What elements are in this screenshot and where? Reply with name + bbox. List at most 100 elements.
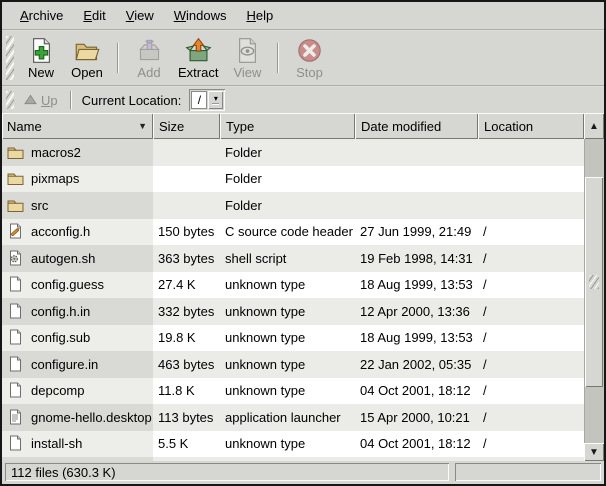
- folder-icon: [7, 170, 24, 187]
- file-location: /: [478, 298, 584, 325]
- file-location: /: [478, 272, 584, 299]
- document-icon: [7, 329, 24, 346]
- file-size: 27.4 K: [153, 272, 220, 299]
- up-button-label: Up: [41, 93, 58, 108]
- file-date-modified: [355, 166, 478, 193]
- file-date-modified: 18 Aug 1999, 13:53: [355, 325, 478, 352]
- file-type: Folder: [220, 139, 355, 166]
- toolbar: New Open Add: [2, 31, 604, 85]
- file-size: 5.5 K: [153, 431, 220, 458]
- table-row[interactable]: autogen.sh 363 bytes shell script 19 Feb…: [2, 245, 584, 272]
- menubar: Archive Edit View Windows Help: [2, 2, 604, 29]
- file-type: unknown type: [220, 351, 355, 378]
- table-row[interactable]: install-sh 5.5 K unknown type 04 Oct 200…: [2, 431, 584, 458]
- file-size: [153, 457, 220, 461]
- column-header-type[interactable]: Type: [220, 113, 355, 139]
- menu-help[interactable]: Help: [236, 4, 283, 27]
- scroll-up-button[interactable]: ▲: [584, 113, 604, 139]
- file-date-modified: 15 Apr 2000, 10:21: [355, 404, 478, 431]
- current-location-label: Current Location:: [82, 93, 182, 108]
- open-icon: [74, 37, 101, 64]
- file-location: [478, 192, 584, 219]
- file-name: gnome-hello.desktop: [31, 410, 152, 425]
- extract-button[interactable]: Extract: [172, 35, 224, 82]
- table-row[interactable]: depcomp 11.8 K unknown type 04 Oct 2001,…: [2, 378, 584, 405]
- file-name: pixmaps: [31, 171, 79, 186]
- file-location: /: [478, 219, 584, 246]
- column-headers: Name ▼ Size Type Date modified Location: [2, 113, 584, 139]
- scrollbar-thumb[interactable]: [585, 177, 603, 387]
- table-row[interactable]: config.h.in 332 bytes unknown type 12 Ap…: [2, 298, 584, 325]
- menu-archive[interactable]: Archive: [10, 4, 73, 27]
- scrollbar-grip: [589, 275, 599, 289]
- status-text: 112 files (630.3 K): [11, 465, 116, 480]
- document-icon: [7, 356, 24, 373]
- toolbar-grip-handle[interactable]: [6, 36, 14, 80]
- open-button[interactable]: Open: [64, 35, 110, 82]
- table-row[interactable]: config.sub 19.8 K unknown type 18 Aug 19…: [2, 325, 584, 352]
- file-list: Name ▼ Size Type Date modified Location …: [2, 113, 604, 461]
- location-combo[interactable]: / ▾: [189, 89, 225, 111]
- file-date-modified: 19 Feb 1998, 14:31: [355, 245, 478, 272]
- column-header-name[interactable]: Name ▼: [2, 113, 153, 139]
- toolbar-separator: [117, 43, 119, 73]
- file-type: unknown type: [220, 325, 355, 352]
- menu-view[interactable]: View: [116, 4, 164, 27]
- menu-windows[interactable]: Windows: [164, 4, 237, 27]
- file-name: depcomp: [31, 383, 84, 398]
- file-size: 11.8 K: [153, 378, 220, 405]
- view-button-label: View: [233, 65, 261, 80]
- file-rows: macros2 Folder pixmaps Folder src Folder…: [2, 139, 584, 461]
- file-date-modified: 04 Oct 2001, 18:12: [355, 378, 478, 405]
- new-button[interactable]: New: [18, 35, 64, 82]
- location-bar-separator: [70, 91, 72, 109]
- table-row[interactable]: pixmaps Folder: [2, 166, 584, 193]
- table-row[interactable]: gnome-hello.desktop 113 bytes applicatio…: [2, 404, 584, 431]
- up-icon: [24, 93, 37, 108]
- scroll-down-button[interactable]: ▼: [584, 443, 604, 461]
- file-date-modified: [355, 192, 478, 219]
- file-size: 150 bytes: [153, 219, 220, 246]
- extract-button-label: Extract: [178, 65, 218, 80]
- file-size: 19.8 K: [153, 325, 220, 352]
- location-combo-dropdown[interactable]: ▾: [208, 91, 223, 109]
- location-bar-grip-handle[interactable]: [6, 91, 14, 109]
- table-row[interactable]: src Folder: [2, 192, 584, 219]
- column-header-location[interactable]: Location: [478, 113, 584, 139]
- extract-icon: [185, 37, 212, 64]
- file-location: [478, 166, 584, 193]
- document-icon: [7, 303, 24, 320]
- file-type: application launcher: [220, 404, 355, 431]
- file-name: autogen.sh: [31, 251, 95, 266]
- file-size: [153, 139, 220, 166]
- table-row[interactable]: configure.in 463 bytes unknown type 22 J…: [2, 351, 584, 378]
- chevron-down-icon: ▾: [214, 95, 218, 102]
- stop-button: Stop: [286, 35, 332, 82]
- column-header-name-label: Name: [7, 119, 42, 134]
- column-header-date-modified[interactable]: Date modified: [355, 113, 478, 139]
- file-type: unknown type: [220, 378, 355, 405]
- file-name: src: [31, 198, 48, 213]
- table-row-partial[interactable]: [2, 457, 584, 461]
- stop-icon: [296, 37, 323, 64]
- script-icon: [7, 250, 24, 267]
- file-type: shell script: [220, 245, 355, 272]
- scrollbar-trough[interactable]: [584, 139, 604, 443]
- file-type: [220, 457, 355, 461]
- column-header-size[interactable]: Size: [153, 113, 220, 139]
- table-row[interactable]: acconfig.h 150 bytes C source code heade…: [2, 219, 584, 246]
- vertical-scrollbar[interactable]: ▲ ▼: [584, 113, 604, 461]
- file-size: 113 bytes: [153, 404, 220, 431]
- table-row[interactable]: macros2 Folder: [2, 139, 584, 166]
- file-type: unknown type: [220, 431, 355, 458]
- sort-descending-icon: ▼: [138, 121, 147, 131]
- file-name: config.h.in: [31, 304, 90, 319]
- file-location: /: [478, 404, 584, 431]
- arrow-down-icon: ▼: [589, 447, 599, 458]
- document-icon: [7, 276, 24, 293]
- file-size: [153, 192, 220, 219]
- menu-edit[interactable]: Edit: [73, 4, 115, 27]
- new-icon: [28, 37, 55, 64]
- toolbar-separator: [277, 43, 279, 73]
- table-row[interactable]: config.guess 27.4 K unknown type 18 Aug …: [2, 272, 584, 299]
